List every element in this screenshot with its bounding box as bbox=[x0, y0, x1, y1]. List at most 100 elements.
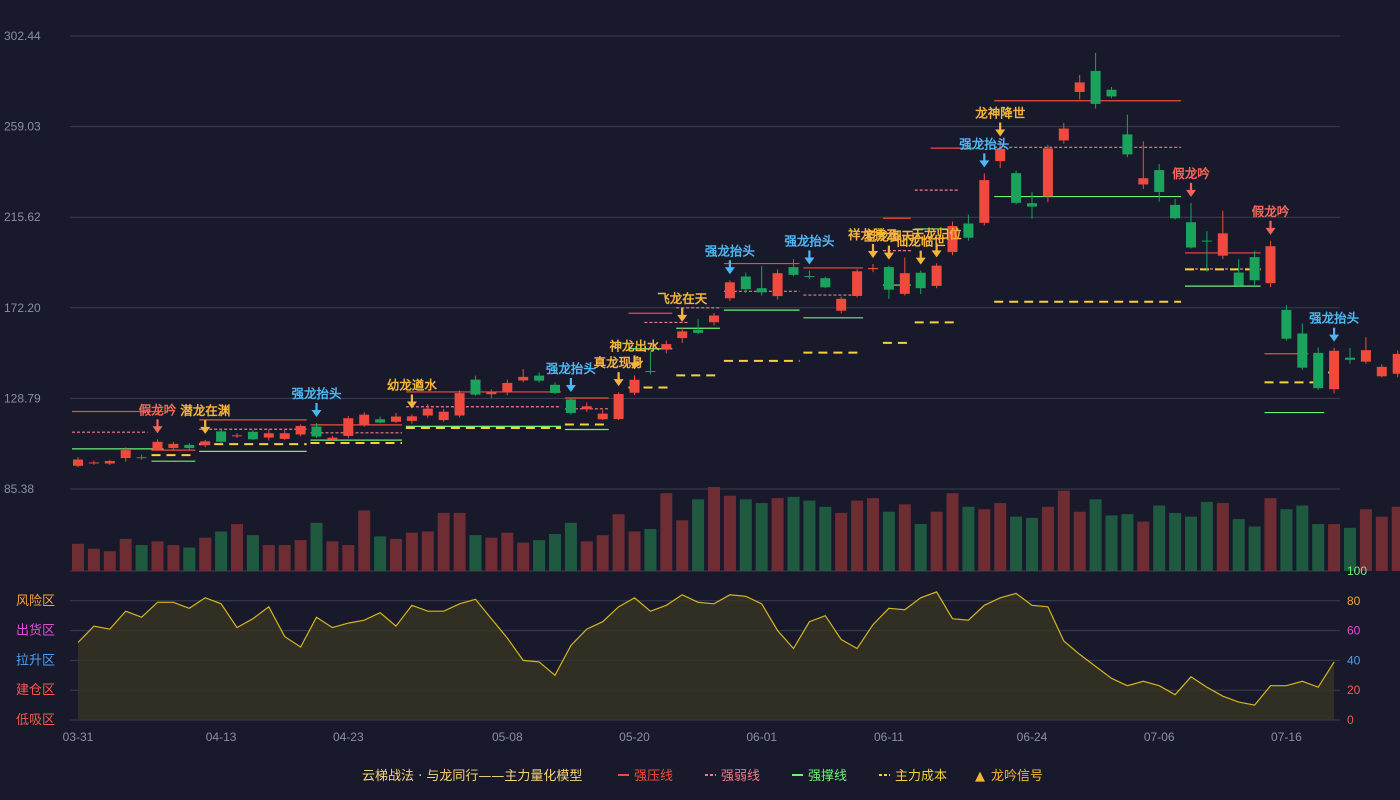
volume-bar bbox=[771, 498, 784, 571]
signal-marker: 飞龙在天 bbox=[657, 291, 708, 322]
volume-bar bbox=[628, 531, 641, 571]
oscillator-zone-label: 低吸区 bbox=[16, 713, 55, 728]
volume-bar bbox=[612, 514, 625, 571]
level-lines-layer bbox=[72, 100, 1341, 462]
volume-bar bbox=[469, 535, 482, 571]
signal-arrow-icon bbox=[931, 250, 942, 258]
volume-bar bbox=[564, 522, 577, 571]
candle-body bbox=[1217, 233, 1228, 256]
legend: 云梯战法 · 与龙同行——主力量化模型 强压线 强弱线 强撑线 主力成本 ▲ 龙吟信号 bbox=[362, 768, 1043, 784]
candle-body bbox=[883, 267, 894, 290]
candle-body bbox=[184, 444, 195, 449]
candle-body bbox=[136, 457, 147, 459]
candle bbox=[1170, 198, 1181, 220]
volume-bar bbox=[1248, 526, 1261, 571]
volume-bar bbox=[692, 499, 705, 571]
price-tick-label: 172.20 bbox=[4, 301, 41, 315]
candle bbox=[88, 460, 99, 465]
candle-body bbox=[422, 408, 433, 416]
volume-bar bbox=[1359, 509, 1372, 571]
volume-layer bbox=[72, 487, 1400, 571]
candle-body bbox=[391, 416, 401, 422]
candle-body bbox=[518, 376, 529, 381]
candle-body bbox=[88, 462, 99, 464]
volume-bar bbox=[405, 532, 418, 571]
candle bbox=[852, 269, 863, 298]
signal-arrow-icon bbox=[565, 384, 576, 392]
candle-body bbox=[693, 329, 704, 333]
signal-arrow-icon bbox=[311, 410, 322, 418]
signal-arrow-icon bbox=[724, 267, 735, 275]
price-tick-label: 215.62 bbox=[4, 210, 41, 224]
volume-bar bbox=[72, 543, 84, 571]
oscillator-area bbox=[78, 591, 1335, 720]
candle-body bbox=[931, 265, 942, 286]
signal-arrow-icon bbox=[804, 257, 815, 265]
candle-body bbox=[1281, 309, 1292, 339]
candle-body bbox=[438, 411, 449, 421]
volume-bar bbox=[501, 532, 514, 571]
candle-body bbox=[1313, 352, 1324, 389]
candle-body bbox=[550, 384, 560, 393]
candle-body bbox=[740, 276, 751, 290]
oscillator-zone-label: 风险区 bbox=[16, 594, 55, 609]
signal-arrow-icon bbox=[200, 426, 211, 434]
signal-arrow-icon bbox=[1265, 227, 1276, 235]
volume-bar bbox=[596, 535, 609, 571]
legend-item-support: 强撑线 bbox=[792, 769, 847, 784]
signal-marker: 幼龙遒水 bbox=[387, 377, 438, 409]
signal-marker: 强龙抬头 bbox=[784, 233, 835, 265]
candle-body bbox=[534, 375, 545, 381]
candle bbox=[406, 414, 417, 424]
candle bbox=[1345, 347, 1355, 364]
dragon-ladder-chart: 假龙吟 潜龙在渊强龙抬头幼龙遒水强龙抬头真龙现身神龙出水飞龙在天强龙抬头强龙抬头祥… bbox=[4, 29, 1400, 784]
legend-title: 云梯战法 · 与龙同行——主力量化模型 bbox=[362, 769, 582, 784]
candle-body bbox=[1122, 134, 1133, 155]
date-tick-label: 07-16 bbox=[1271, 730, 1302, 744]
signal-label: 强龙抬头 bbox=[705, 243, 756, 258]
volume-bar bbox=[1312, 524, 1325, 571]
volume-bar bbox=[1169, 512, 1182, 571]
legend-label: 强压线 bbox=[634, 769, 673, 784]
volume-bar bbox=[358, 510, 371, 571]
volume-bar bbox=[151, 541, 164, 571]
oscillator-tick-label: 100 bbox=[1347, 564, 1367, 578]
candle bbox=[565, 397, 576, 415]
price-tick-label: 259.03 bbox=[4, 120, 41, 134]
volume-bar bbox=[199, 537, 212, 571]
volume-bar bbox=[1010, 516, 1023, 571]
signal-marker: 强龙抬头 bbox=[1309, 311, 1360, 342]
oscillator-layer bbox=[77, 591, 1335, 720]
volume-bar bbox=[183, 547, 196, 571]
candle-body bbox=[216, 431, 227, 442]
candle bbox=[693, 319, 704, 335]
volume-bar bbox=[898, 504, 911, 571]
volume-bar bbox=[835, 512, 848, 571]
signal-marker: 假龙吟 bbox=[1172, 166, 1210, 197]
candle bbox=[1217, 210, 1228, 259]
volume-bar bbox=[342, 545, 355, 571]
legend-item-weak: 强弱线 bbox=[705, 769, 760, 784]
date-tick-label: 04-13 bbox=[206, 730, 237, 744]
volume-bar bbox=[167, 545, 180, 571]
volume-bar bbox=[914, 524, 927, 571]
candle-body bbox=[327, 437, 338, 440]
candle bbox=[1074, 74, 1085, 100]
candle-body bbox=[263, 433, 274, 438]
candle-body bbox=[343, 418, 354, 436]
candle bbox=[1106, 87, 1117, 99]
candle bbox=[1042, 144, 1053, 203]
candle bbox=[486, 389, 497, 399]
candle-body bbox=[836, 298, 847, 311]
volume-bar bbox=[485, 537, 498, 571]
volume-bar bbox=[119, 538, 132, 571]
signal-label: 强龙抬头 bbox=[546, 361, 597, 376]
volume-bar bbox=[326, 541, 339, 571]
candle-body bbox=[709, 315, 719, 323]
legend-item-cost: 主力成本 bbox=[879, 769, 947, 784]
candlestick-layer bbox=[73, 52, 1400, 468]
candle-body bbox=[200, 441, 211, 446]
date-tick-label: 05-08 bbox=[492, 730, 523, 744]
signal-label: 幼龙遒水 bbox=[387, 377, 438, 392]
candle bbox=[1360, 337, 1371, 364]
